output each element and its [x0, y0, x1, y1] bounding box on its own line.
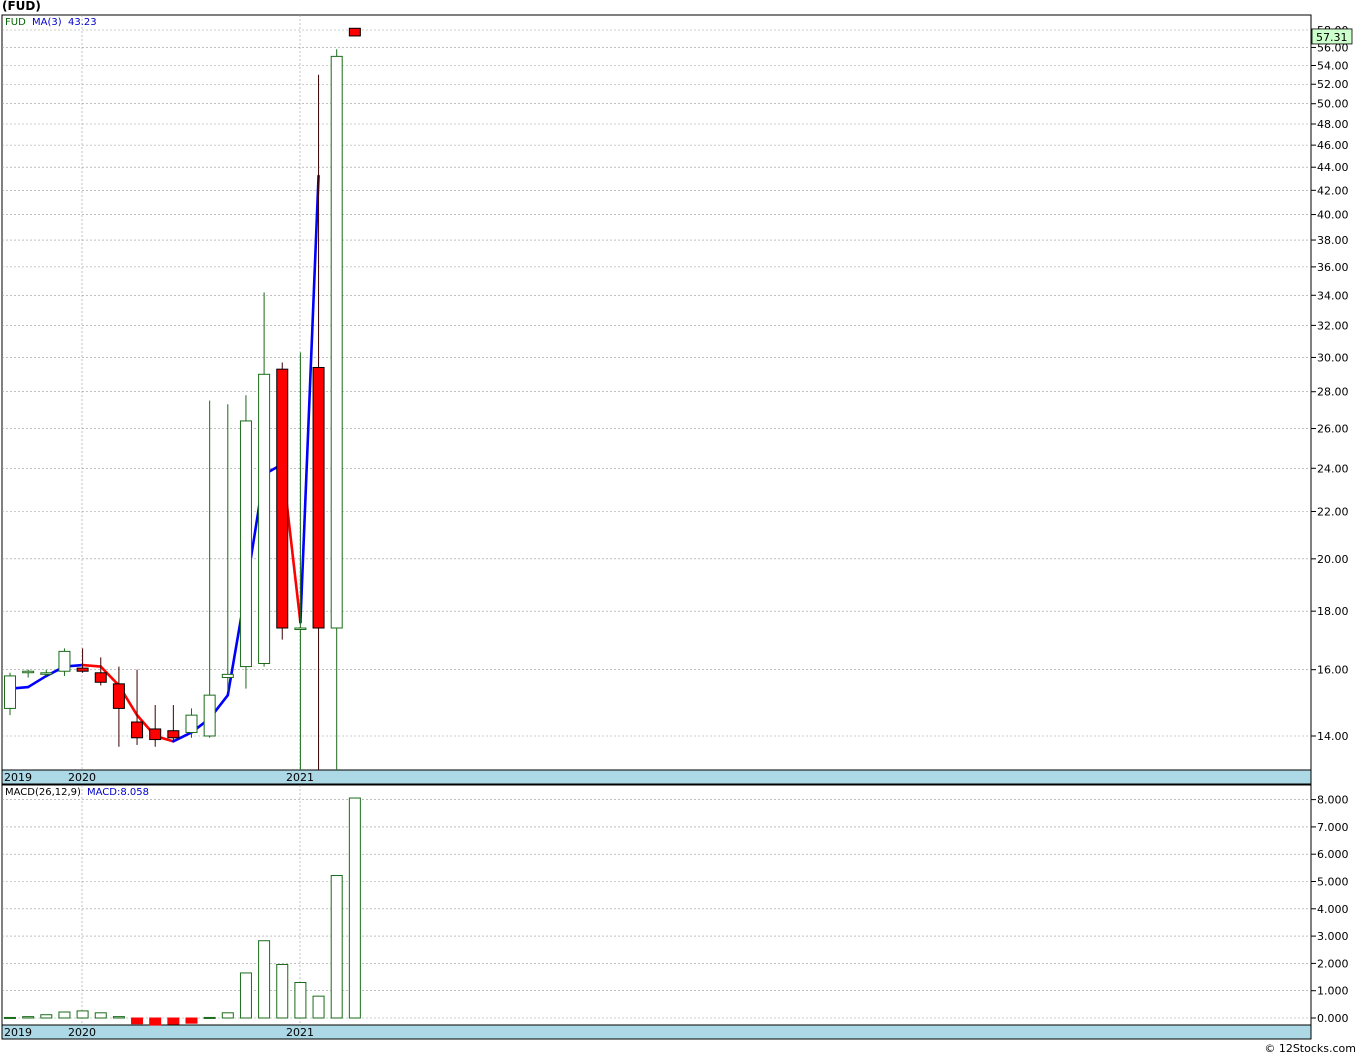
macd-bar [4, 1016, 16, 1019]
macd-bar [239, 972, 252, 1019]
macd-y-tick-label: 5.000 [1317, 876, 1349, 889]
macd-bar [203, 1016, 216, 1019]
macd-bar [312, 995, 325, 1019]
price-panel [1, 14, 1312, 771]
price-y-tick-label: 24.00 [1317, 462, 1349, 475]
candle-body [4, 675, 16, 709]
macd-y-tick-label: 7.000 [1317, 821, 1349, 834]
price-y-tick-label: 44.00 [1317, 161, 1349, 174]
candle-body [76, 667, 89, 672]
price-y-tick-label: 34.00 [1317, 289, 1349, 302]
macd-y-tick-label: 2.000 [1317, 957, 1349, 970]
macd-panel [1, 784, 1312, 1026]
x-axis-label: 2019 [4, 771, 32, 784]
price-y-tick-label: 48.00 [1317, 118, 1349, 131]
price-y-tick-label: 18.00 [1317, 605, 1349, 618]
y-axis: 58.0056.0054.0052.0050.0048.0046.0044.00… [1311, 24, 1349, 1025]
candle-body [22, 670, 35, 674]
price-y-tick-label: 36.00 [1317, 261, 1349, 274]
chart-frame [1, 14, 1312, 1040]
x-axis-label: 2021 [286, 771, 314, 784]
price-y-tick-label: 22.00 [1317, 505, 1349, 518]
price-y-tick-label: 42.00 [1317, 184, 1349, 197]
macd-bar [112, 1016, 125, 1019]
chart-canvas: 58.0056.0054.0052.0050.0048.0046.0044.00… [1, 14, 1353, 1040]
macd-bar [276, 963, 289, 1019]
candle-body [348, 27, 361, 37]
macd-bar [185, 1017, 198, 1024]
price-y-tick-label: 30.00 [1317, 351, 1349, 364]
candle-body [94, 672, 107, 683]
price-y-tick-label: 26.00 [1317, 423, 1349, 436]
ma-value: 43.23 [68, 17, 97, 28]
price-x-axis-band [1, 769, 1312, 785]
macd-y-tick-label: 3.000 [1317, 930, 1349, 943]
candle-body [58, 650, 71, 672]
price-y-tick-label: 32.00 [1317, 319, 1349, 332]
macd-bar [348, 797, 361, 1019]
macd-bar [258, 940, 271, 1019]
macd-value-label: MACD:8.058 [87, 787, 149, 798]
price-y-tick-label: 28.00 [1317, 386, 1349, 399]
price-y-tick-label: 14.00 [1317, 730, 1349, 743]
macd-y-tick-label: 0.000 [1317, 1012, 1349, 1025]
macd-bar [167, 1017, 180, 1025]
candle-body [112, 683, 125, 709]
candle-body [149, 728, 162, 741]
candle-body [131, 721, 144, 739]
credit-text: © 12Stocks.com [1264, 1042, 1356, 1055]
macd-bar [58, 1011, 71, 1019]
ma-segment [81, 663, 103, 668]
price-y-tick-label: 52.00 [1317, 78, 1349, 91]
candle-body [203, 694, 216, 737]
x-axis-label: 2019 [4, 1026, 32, 1039]
x-axis-label: 2020 [68, 771, 96, 784]
price-y-tick-label: 40.00 [1317, 209, 1349, 222]
x-axis-label: 2021 [286, 1026, 314, 1039]
macd-bar [149, 1017, 162, 1026]
last-price-label: 57.31 [1316, 31, 1348, 44]
macd-bar [330, 874, 343, 1019]
macd-bar [294, 982, 307, 1019]
macd-bar [40, 1014, 53, 1019]
macd-bar [94, 1012, 107, 1019]
candle-body [276, 368, 289, 629]
price-y-tick-label: 20.00 [1317, 553, 1349, 566]
macd-bar [131, 1017, 144, 1025]
price-y-tick-label: 50.00 [1317, 98, 1349, 111]
macd-bar [22, 1016, 35, 1019]
macd-bar [221, 1012, 234, 1019]
price-y-tick-label: 46.00 [1317, 139, 1349, 152]
price-y-tick-label: 38.00 [1317, 234, 1349, 247]
symbol-label: FUD [5, 17, 26, 28]
ma-label: MA(3) [32, 17, 62, 28]
candle-body [294, 627, 307, 631]
macd-label: MACD(26,12,9) [5, 787, 81, 798]
x-axis-label: 2020 [68, 1026, 96, 1039]
candle-body [312, 366, 325, 629]
candle-body [185, 714, 198, 733]
candle-body [221, 673, 234, 678]
candle-body [40, 672, 53, 675]
candle-body [258, 373, 271, 665]
macd-y-tick-label: 8.000 [1317, 794, 1349, 807]
macd-bar [76, 1010, 89, 1019]
price-y-tick-label: 16.00 [1317, 664, 1349, 677]
macd-x-axis-band [1, 1024, 1312, 1040]
macd-y-tick-label: 4.000 [1317, 903, 1349, 916]
candle-body [330, 55, 343, 629]
candle-body [167, 730, 180, 739]
macd-y-tick-label: 1.000 [1317, 985, 1349, 998]
macd-y-tick-label: 6.000 [1317, 848, 1349, 861]
price-y-tick-label: 54.00 [1317, 59, 1349, 72]
candle-body [239, 420, 252, 668]
